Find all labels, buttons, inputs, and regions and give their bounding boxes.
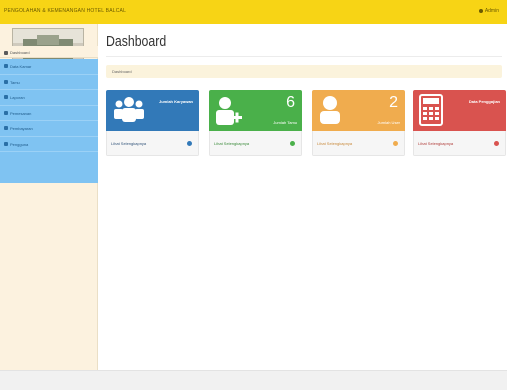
sidebar-menu: Data Kamar Tamu Laporan Pemesanan Pembay… bbox=[0, 59, 98, 183]
sidebar-item-pembayaran[interactable]: Pembayaran bbox=[0, 121, 98, 137]
user-icon bbox=[4, 79, 8, 84]
user-add-icon bbox=[216, 97, 242, 125]
users-group-icon bbox=[114, 97, 144, 122]
page-title: Dashboard bbox=[106, 33, 167, 50]
stat-card-user: 2 Jumlah User Lihat Selengkapnya bbox=[312, 90, 405, 156]
calculator-icon bbox=[419, 94, 443, 126]
money-icon bbox=[4, 126, 8, 130]
sidebar-item-label: Laporan bbox=[10, 95, 25, 100]
file-icon bbox=[4, 95, 8, 99]
user-menu-label: Admin bbox=[484, 8, 499, 14]
top-navbar: PENGOLAHAN & KEMENANGAN HOTEL BALCAL Adm… bbox=[0, 0, 507, 24]
stat-card-footer-link[interactable]: Lihat Selengkapnya bbox=[312, 131, 405, 156]
bed-icon bbox=[4, 64, 8, 68]
sidebar-item-laporan[interactable]: Laporan bbox=[0, 90, 98, 106]
user-icon bbox=[478, 8, 483, 13]
arrow-right-icon bbox=[494, 141, 499, 146]
sidebar-item-label: Pembayaran bbox=[10, 126, 33, 131]
sidebar-item-pemesanan[interactable]: Pemesanan bbox=[0, 106, 98, 121]
sidebar-item-data-kamar[interactable]: Data Kamar bbox=[0, 59, 98, 75]
breadcrumb-dashboard[interactable]: Dashboard bbox=[112, 69, 132, 74]
stat-card-title: Jumlah Karyawan bbox=[158, 99, 193, 104]
sidebar-item-tamu[interactable]: Tamu bbox=[0, 75, 98, 90]
app-brand[interactable]: PENGOLAHAN & KEMENANGAN HOTEL BALCAL bbox=[4, 8, 126, 14]
page-footer bbox=[0, 370, 507, 390]
arrow-right-icon bbox=[393, 141, 398, 146]
stat-card-karyawan: Jumlah Karyawan Lihat Selengkapnya bbox=[106, 90, 199, 156]
stat-card-header: 2 Jumlah User bbox=[312, 90, 405, 131]
arrow-right-icon bbox=[187, 141, 192, 146]
sidebar-item-dashboard[interactable]: Dashboard bbox=[0, 46, 98, 58]
sidebar-item-label: Data Kamar bbox=[10, 64, 32, 69]
sidebar-item-label: Tamu bbox=[10, 79, 20, 85]
stat-card-value: 2 bbox=[389, 94, 398, 111]
user-menu[interactable]: Admin bbox=[478, 8, 499, 14]
stat-card-tamu: 6 Jumlah Tamu Lihat Selengkapnya bbox=[209, 90, 302, 156]
stat-card-footer-link[interactable]: Lihat Selengkapnya bbox=[106, 131, 199, 156]
stat-card-footer-link[interactable]: Lihat Selengkapnya bbox=[413, 131, 506, 156]
users-icon bbox=[4, 141, 8, 146]
stat-card-title: Data Penggajian bbox=[468, 99, 500, 104]
stat-card-footer-label: Lihat Selengkapnya bbox=[317, 141, 353, 146]
stat-card-value: 6 bbox=[286, 94, 295, 111]
sidebar-item-label: Dashboard bbox=[10, 50, 30, 55]
title-divider bbox=[106, 56, 502, 57]
dashboard-icon bbox=[4, 51, 8, 55]
sidebar-item-label: Pemesanan bbox=[10, 110, 32, 116]
stat-card-penggajian: Data Penggajian Lihat Selengkapnya bbox=[413, 90, 506, 156]
stat-card-caption: Jumlah Tamu bbox=[273, 120, 297, 125]
stat-card-footer-link[interactable]: Lihat Selengkapnya bbox=[209, 131, 302, 156]
user-icon bbox=[320, 96, 340, 124]
stat-card-caption: Jumlah User bbox=[377, 120, 400, 125]
sidebar-item-pengguna[interactable]: Pengguna bbox=[0, 137, 98, 152]
stat-card-footer-label: Lihat Selengkapnya bbox=[418, 141, 454, 146]
sidebar-item-label: Pengguna bbox=[10, 141, 29, 147]
stat-card-header: Data Penggajian bbox=[413, 90, 506, 131]
stat-card-footer-label: Lihat Selengkapnya bbox=[214, 141, 250, 146]
stat-card-footer-label: Lihat Selengkapnya bbox=[111, 141, 147, 146]
arrow-right-icon bbox=[290, 141, 295, 146]
stat-card-header: Jumlah Karyawan bbox=[106, 90, 199, 131]
cart-icon bbox=[4, 110, 8, 115]
breadcrumb: Dashboard bbox=[106, 65, 502, 78]
stat-card-header: 6 Jumlah Tamu bbox=[209, 90, 302, 131]
